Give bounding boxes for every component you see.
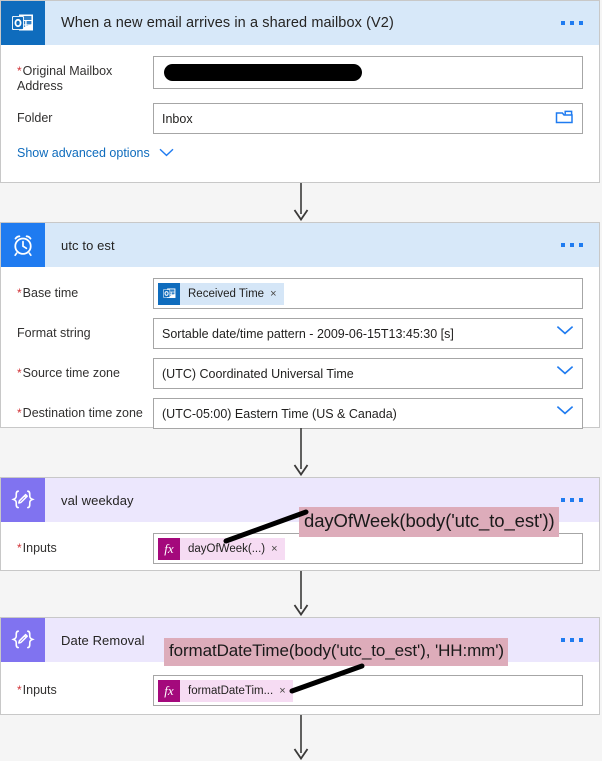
flow-card-trigger-email[interactable]: When a new email arrives in a shared mai… xyxy=(0,0,600,183)
card-body: *Base time Received Time × Format string… xyxy=(1,267,599,429)
source-time-zone-dropdown[interactable]: (UTC) Coordinated Universal Time xyxy=(153,358,583,389)
chevron-down-icon[interactable] xyxy=(556,405,574,423)
fx-icon: fx xyxy=(158,537,180,560)
menu-dot xyxy=(579,243,583,247)
menu-dot xyxy=(561,498,565,502)
field-label: Format string xyxy=(17,326,91,340)
required-asterisk: * xyxy=(17,286,22,300)
compose-icon xyxy=(1,618,45,662)
field-control: fx dayOfWeek(...) × xyxy=(153,533,583,564)
flow-connector-arrow xyxy=(293,183,309,222)
menu-dot xyxy=(579,638,583,642)
fx-icon: fx xyxy=(158,679,180,702)
field-row-destination-time-zone: *Destination time zone (UTC-05:00) Easte… xyxy=(1,389,599,429)
destination-time-zone-dropdown[interactable]: (UTC-05:00) Eastern Time (US & Canada) xyxy=(153,398,583,429)
original-mailbox-address-input[interactable] xyxy=(153,56,583,89)
card-body: *Inputs fx formatDateTim... × xyxy=(1,662,599,706)
required-asterisk: * xyxy=(17,366,22,380)
alarm-clock-icon xyxy=(1,223,45,267)
field-control: Inbox xyxy=(153,103,583,134)
card-header[interactable]: When a new email arrives in a shared mai… xyxy=(1,1,599,45)
menu-dot xyxy=(579,21,583,25)
field-control xyxy=(153,56,583,89)
outlook-icon xyxy=(158,282,180,305)
outlook-icon xyxy=(1,1,45,45)
field-control: Sortable date/time pattern - 2009-06-15T… xyxy=(153,318,583,349)
flow-designer-canvas: When a new email arrives in a shared mai… xyxy=(0,0,602,761)
show-advanced-options-link[interactable]: Show advanced options xyxy=(1,134,599,174)
field-control: (UTC) Coordinated Universal Time xyxy=(153,358,583,389)
menu-dot xyxy=(570,638,574,642)
field-row-folder: Folder Inbox xyxy=(1,94,599,134)
compose-icon xyxy=(1,478,45,522)
remove-token-icon[interactable]: × xyxy=(270,288,283,300)
remove-token-icon[interactable]: × xyxy=(279,685,292,697)
card-menu-button[interactable] xyxy=(561,223,599,267)
expression-token-dayofweek[interactable]: fx dayOfWeek(...) × xyxy=(158,537,285,560)
field-label: *Source time zone xyxy=(17,366,120,380)
card-menu-button[interactable] xyxy=(561,618,599,662)
menu-dot xyxy=(570,243,574,247)
card-body: *Original Mailbox Address Folder Inbox S… xyxy=(1,45,599,174)
flow-connector-arrow xyxy=(293,715,309,761)
required-asterisk: * xyxy=(17,406,22,420)
token-label: dayOfWeek(...) xyxy=(188,542,266,555)
menu-dot xyxy=(561,638,565,642)
chevron-down-icon xyxy=(159,146,174,160)
card-title: utc to est xyxy=(61,237,115,253)
source-time-zone-value: (UTC) Coordinated Universal Time xyxy=(162,366,354,381)
field-label: *Inputs xyxy=(17,541,57,555)
required-asterisk: * xyxy=(17,683,22,697)
card-title: When a new email arrives in a shared mai… xyxy=(61,15,394,31)
flow-connector-arrow xyxy=(293,571,309,617)
flow-connector-arrow xyxy=(293,428,309,477)
field-control: fx formatDateTim... × xyxy=(153,675,583,706)
format-string-dropdown[interactable]: Sortable date/time pattern - 2009-06-15T… xyxy=(153,318,583,349)
field-control: (UTC-05:00) Eastern Time (US & Canada) xyxy=(153,398,583,429)
folder-icon[interactable] xyxy=(555,109,574,128)
required-asterisk: * xyxy=(17,64,22,78)
chevron-down-icon[interactable] xyxy=(556,325,574,343)
remove-token-icon[interactable]: × xyxy=(271,543,284,555)
redacted-value-bar xyxy=(164,64,362,81)
field-row-source-time-zone: *Source time zone (UTC) Coordinated Univ… xyxy=(1,349,599,389)
show-advanced-options-label: Show advanced options xyxy=(17,146,150,160)
field-row-original-mailbox-address: *Original Mailbox Address xyxy=(1,45,599,94)
annotation-formatdatetime: formatDateTime(body('utc_to_est'), 'HH:m… xyxy=(164,638,508,666)
menu-dot xyxy=(561,21,565,25)
field-control: Received Time × xyxy=(153,278,583,309)
field-label: *Destination time zone xyxy=(17,406,143,420)
field-row-inputs: *Inputs fx formatDateTim... × xyxy=(1,662,599,706)
token-label: formatDateTim... xyxy=(188,684,274,697)
card-menu-button[interactable] xyxy=(561,1,599,45)
destination-time-zone-value: (UTC-05:00) Eastern Time (US & Canada) xyxy=(162,406,397,421)
field-label: *Original Mailbox Address xyxy=(17,64,113,93)
annotation-dayofweek: dayOfWeek(body('utc_to_est')) xyxy=(299,507,559,537)
field-label: *Inputs xyxy=(17,683,57,697)
field-label: *Base time xyxy=(17,286,79,300)
folder-input[interactable]: Inbox xyxy=(153,103,583,134)
flow-card-utc-to-est[interactable]: utc to est *Base time Received Time × Fo… xyxy=(0,222,600,429)
field-label: Folder xyxy=(17,111,53,125)
chevron-down-icon[interactable] xyxy=(556,365,574,383)
menu-dot xyxy=(579,498,583,502)
folder-value: Inbox xyxy=(162,111,193,126)
menu-dot xyxy=(561,243,565,247)
field-row-base-time: *Base time Received Time × xyxy=(1,267,599,309)
menu-dot xyxy=(570,498,574,502)
required-asterisk: * xyxy=(17,541,22,555)
inputs-expression-field[interactable]: fx formatDateTim... × xyxy=(153,675,583,706)
data-token-received-time[interactable]: Received Time × xyxy=(158,282,284,305)
token-label: Received Time xyxy=(188,287,265,300)
base-time-input[interactable]: Received Time × xyxy=(153,278,583,309)
format-string-value: Sortable date/time pattern - 2009-06-15T… xyxy=(162,326,454,341)
field-row-format-string: Format string Sortable date/time pattern… xyxy=(1,309,599,349)
card-menu-button[interactable] xyxy=(561,478,599,522)
flow-card-date-removal[interactable]: Date Removal *Inputs fx formatDateTim...… xyxy=(0,617,600,715)
expression-token-formatdatetime[interactable]: fx formatDateTim... × xyxy=(158,679,293,702)
menu-dot xyxy=(570,21,574,25)
card-header[interactable]: utc to est xyxy=(1,223,599,267)
inputs-expression-field[interactable]: fx dayOfWeek(...) × xyxy=(153,533,583,564)
